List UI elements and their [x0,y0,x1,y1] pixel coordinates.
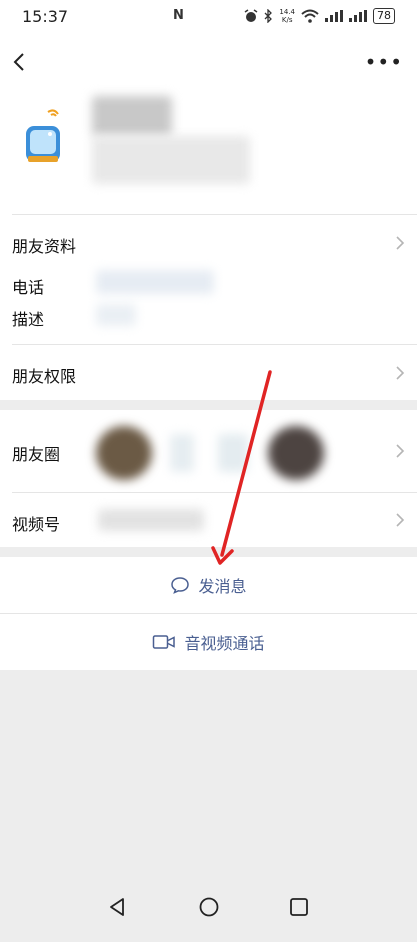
battery-icon: 78 [373,8,395,24]
moments-thumbnail[interactable] [218,434,248,472]
chevron-right-icon [396,513,405,527]
moments-thumbnail[interactable] [96,426,152,480]
network-speed: 14.4 K/s [279,8,295,24]
send-message-button[interactable]: 发消息 [0,557,417,613]
video-camera-icon [153,635,176,649]
network-speed-value: 14.4 [279,8,295,16]
signal-icon [325,10,343,22]
system-navigation-bar [0,882,417,942]
video-call-button[interactable]: 音视频通话 [0,614,417,670]
recents-square-icon[interactable] [289,897,309,917]
actions-section: 发消息 音视频通话 [0,557,417,670]
channels-value-redacted [98,509,204,531]
moments-thumbnail[interactable] [170,434,194,472]
phone-value-redacted [96,270,214,294]
network-speed-unit: K/s [281,16,293,24]
video-call-label: 音视频通话 [184,634,265,653]
phone-label: 电话 [12,278,45,297]
description-label: 描述 [12,310,45,329]
top-navigation: ••• [0,34,417,92]
chevron-left-icon[interactable] [8,50,32,74]
wifi-icon [301,9,319,23]
chevron-right-icon [396,236,405,250]
friend-info-row[interactable]: 朋友资料 [0,214,417,272]
friend-info-label: 朋友资料 [12,237,77,256]
social-section: 朋友圈 视频号 [0,410,417,547]
status-bar: 15:37 N 14.4 K/s 78 [0,0,417,34]
chevron-right-icon [396,444,405,458]
send-message-label: 发消息 [198,577,247,596]
description-value-redacted [96,304,136,326]
moments-thumbnail[interactable] [268,426,324,480]
nfc-icon: N [173,8,184,23]
profile-info-redacted [92,136,250,184]
friend-permissions-label: 朋友权限 [12,367,77,386]
alarm-icon [244,9,258,22]
channels-label: 视频号 [12,515,61,534]
channels-row[interactable]: 视频号 [0,493,417,547]
smartwatch-avatar-icon[interactable] [18,106,68,166]
moments-label: 朋友圈 [12,445,61,464]
back-triangle-icon[interactable] [108,897,126,917]
moments-row[interactable]: 朋友圈 [0,410,417,492]
status-icons: 14.4 K/s 78 [244,8,395,24]
profile-name-redacted [92,96,172,136]
more-options-button[interactable]: ••• [365,52,403,72]
info-section: 朋友资料 电话 描述 朋友权限 [0,214,417,400]
home-circle-icon[interactable] [198,896,220,918]
friend-permissions-row[interactable]: 朋友权限 [0,345,417,400]
chevron-right-icon [396,366,405,380]
bluetooth-icon [264,9,273,23]
chat-bubble-icon [171,577,190,594]
profile-header [0,92,417,214]
signal-icon [349,10,367,22]
status-time: 15:37 [22,7,69,26]
